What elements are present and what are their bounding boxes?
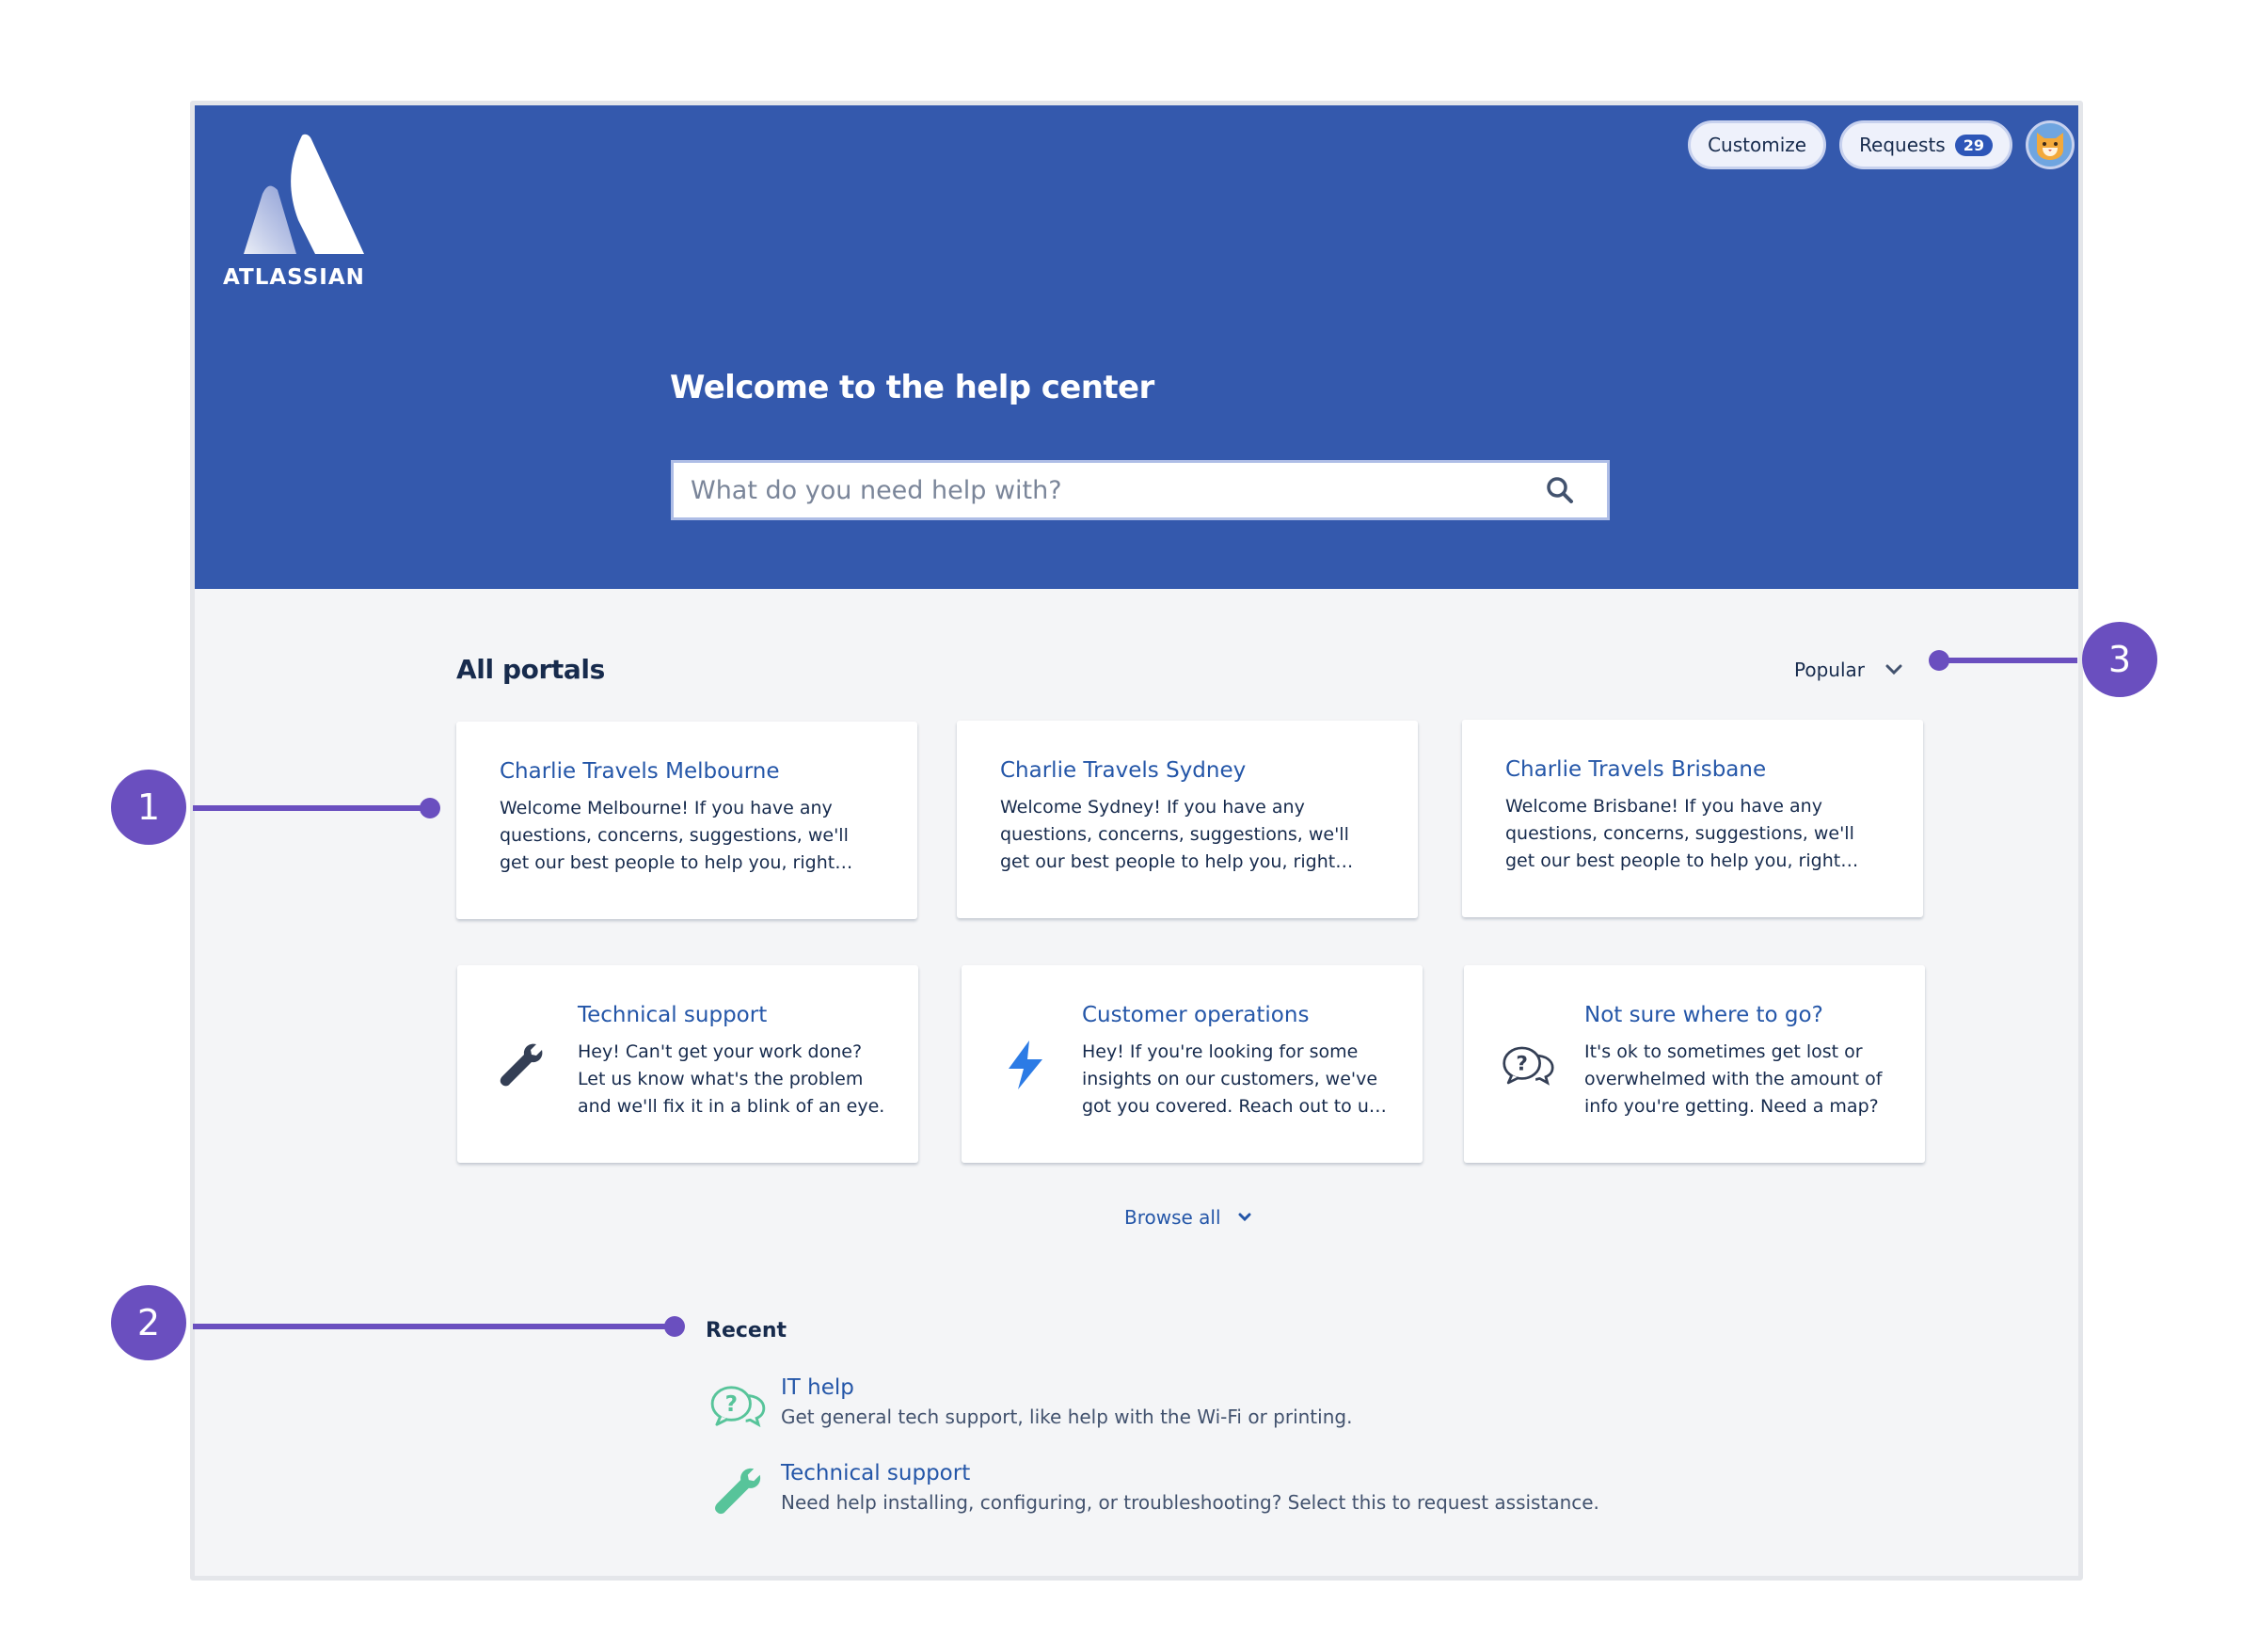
welcome-title: Welcome to the help center [670,369,1154,406]
all-portals-title: All portals [456,654,605,685]
portal-card-description: Hey! If you're looking for some insights… [1082,1041,1378,1117]
avatar[interactable] [2026,120,2075,169]
portal-card-title: Charlie Travels Sydney [1000,758,1247,783]
wrench-icon [708,1461,768,1521]
recent-item-name: IT help [781,1375,854,1400]
portal-card-description: It's ok to sometimes get lost or overwhe… [1584,1041,1883,1117]
sort-dropdown[interactable]: Popular [1794,659,1902,681]
portal-card-description: Welcome Melbourne! If you have any quest… [500,798,849,873]
browse-all-button[interactable]: Browse all [1124,1206,1251,1229]
recent-item-it-help[interactable]: ? IT help Get general tech support, like… [708,1375,1352,1436]
question-bubbles-icon: ? [708,1375,768,1436]
portal-card-description: Hey! Can't get your work done? Let us kn… [578,1041,885,1117]
portal-card-description: Welcome Sydney! If you have any question… [1000,797,1349,872]
portal-card-title: Customer operations [1082,1003,1310,1027]
portal-card-title: Technical support [578,1003,768,1027]
callout-line-1 [193,805,430,811]
portal-card-description: Welcome Brisbane! If you have any questi… [1505,796,1854,871]
callout-line-3 [1936,658,2077,663]
recent-item-description: Need help installing, configuring, or tr… [781,1491,1599,1514]
portal-card-title: Not sure where to go? [1584,1003,1823,1027]
customize-label: Customize [1708,134,1807,156]
portal-card-brisbane[interactable]: Charlie Travels Brisbane Welcome Brisban… [1462,720,1923,917]
requests-label: Requests [1859,134,1946,156]
chevron-down-icon [1885,664,1902,675]
lightning-icon [999,1039,1052,1091]
atlassian-logo[interactable]: ATLASSIAN [223,134,383,290]
callout-marker-2: 2 [111,1285,186,1360]
callout-marker-1: 1 [111,770,186,845]
wrench-icon [495,1039,548,1091]
customize-button[interactable]: Customize [1688,120,1827,169]
help-center-window: ATLASSIAN Customize Requests 29 Welcome [190,101,2083,1581]
svg-text:?: ? [1516,1052,1528,1075]
search-icon[interactable] [1541,471,1579,509]
portal-card-customer-operations[interactable]: Customer operations Hey! If you're looki… [962,965,1423,1163]
callout-dot-2 [664,1316,685,1337]
browse-all-label: Browse all [1124,1206,1221,1229]
portal-card-sydney[interactable]: Charlie Travels Sydney Welcome Sydney! I… [957,721,1418,918]
recent-item-description: Get general tech support, like help with… [781,1406,1353,1428]
cat-avatar-icon [2037,133,2063,160]
top-actions: Customize Requests 29 [1688,120,2078,169]
sort-label: Popular [1794,659,1865,681]
recent-item-technical-support[interactable]: Technical support Need help installing, … [708,1461,1599,1521]
recent-item-text: IT help Get general tech support, like h… [781,1375,1352,1436]
callout-dot-1 [420,798,440,818]
portal-card-title: Charlie Travels Brisbane [1505,757,1767,782]
search-bar [671,460,1610,520]
chevron-down-icon [1238,1213,1251,1222]
portal-card-technical-support[interactable]: Technical support Hey! Can't get your wo… [457,965,918,1163]
question-bubbles-icon: ? [1502,1039,1554,1091]
requests-count-badge: 29 [1954,134,1993,156]
recent-title: Recent [706,1319,787,1342]
atlassian-mark-icon [244,134,364,254]
portal-card-not-sure[interactable]: ? Not sure where to go? It's ok to somet… [1464,965,1925,1163]
recent-item-name: Technical support [781,1461,971,1485]
logo-wordmark: ATLASSIAN [223,265,365,290]
hero-banner: ATLASSIAN Customize Requests 29 Welcome [195,105,2078,589]
portal-card-title: Charlie Travels Melbourne [500,759,780,784]
requests-button[interactable]: Requests 29 [1839,120,2012,169]
recent-item-text: Technical support Need help installing, … [781,1461,1599,1521]
callout-dot-3 [1929,650,1949,671]
svg-text:?: ? [725,1392,738,1417]
search-input[interactable] [674,463,1541,517]
callout-marker-3: 3 [2082,622,2157,697]
callout-line-2 [193,1324,673,1329]
portal-card-melbourne[interactable]: Charlie Travels Melbourne Welcome Melbou… [456,722,917,919]
